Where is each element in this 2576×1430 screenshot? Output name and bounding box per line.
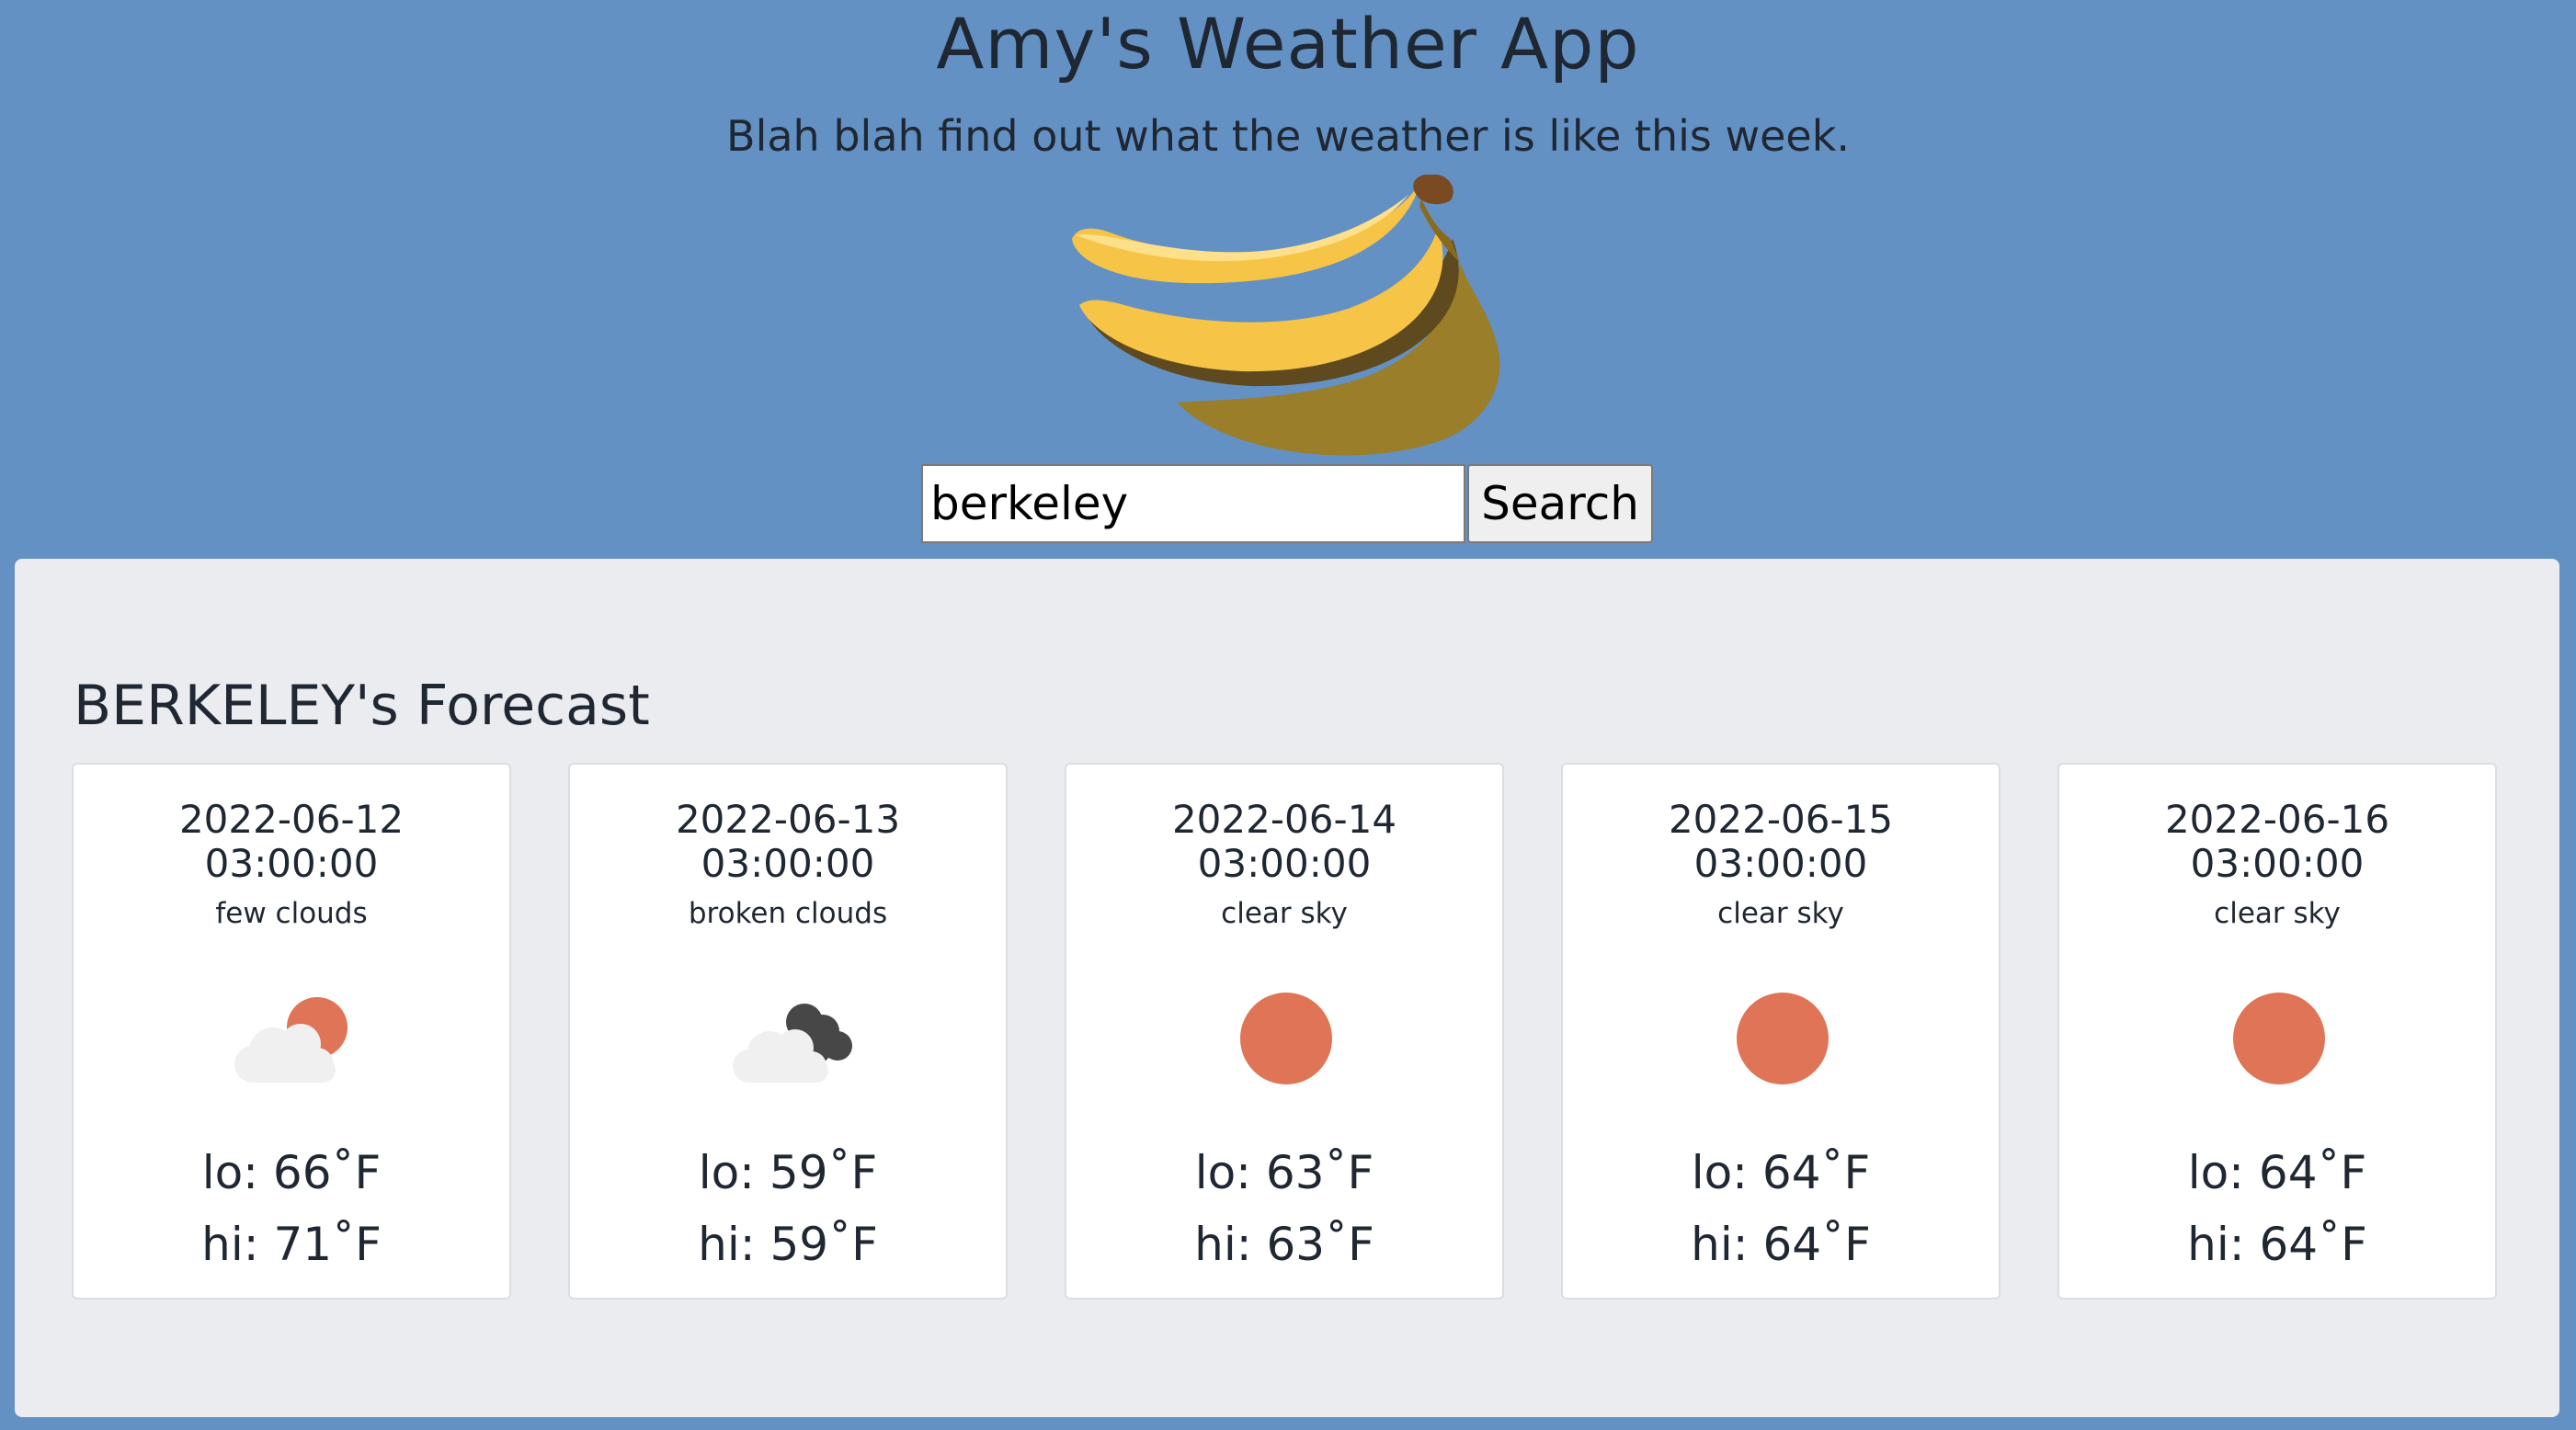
search-button[interactable]: Search — [1467, 464, 1653, 543]
forecast-time: 03:00:00 — [204, 841, 379, 886]
forecast-date: 2022-06-13 — [675, 797, 901, 842]
forecast-time: 03:00:00 — [2190, 841, 2365, 886]
city-search-input[interactable] — [921, 464, 1465, 543]
forecast-time: 03:00:00 — [701, 841, 875, 886]
broken-clouds-icon — [733, 1004, 852, 1083]
sun-icon — [1240, 993, 1332, 1084]
weather-description: few clouds — [215, 897, 368, 930]
temperature-high: hi: 71˚F — [201, 1218, 382, 1271]
app-tagline: Blah blah find out what the weather is l… — [726, 111, 1850, 161]
forecast-card: 2022-06-13 03:00:00 broken clouds lo: 59… — [568, 763, 1008, 1299]
app-title: Amy's Weather App — [936, 3, 1640, 85]
temperature-low: lo: 63˚F — [1194, 1146, 1374, 1199]
temperature-high: hi: 59˚F — [698, 1218, 878, 1271]
temperature-low: lo: 64˚F — [2187, 1146, 2367, 1199]
search-form: Search — [921, 464, 1653, 543]
banana-logo — [1072, 175, 1500, 456]
temperature-high: hi: 64˚F — [2187, 1218, 2367, 1271]
sun-icon — [2233, 993, 2325, 1084]
temperature-low: lo: 59˚F — [698, 1146, 878, 1199]
forecast-date: 2022-06-16 — [2164, 797, 2390, 842]
forecast-panel: BERKELEY's Forecast 2022-06-12 03:00:00 … — [15, 559, 2559, 1417]
forecast-card: 2022-06-12 03:00:00 few clouds lo: 66˚F … — [72, 763, 511, 1299]
weather-description: clear sky — [1221, 897, 1348, 930]
forecast-card: 2022-06-14 03:00:00 clear sky lo: 63˚F h… — [1065, 763, 1504, 1299]
forecast-date: 2022-06-12 — [178, 797, 405, 842]
forecast-time: 03:00:00 — [1197, 841, 1372, 886]
app-header: Amy's Weather App Blah blah find out wha… — [0, 0, 2576, 559]
forecast-time: 03:00:00 — [1693, 841, 1868, 886]
few-clouds-icon — [234, 997, 348, 1083]
forecast-title: BERKELEY's Forecast — [74, 674, 650, 738]
sun-icon — [1737, 993, 1829, 1084]
forecast-date: 2022-06-15 — [1668, 797, 1894, 842]
temperature-high: hi: 63˚F — [1194, 1218, 1374, 1271]
weather-description: clear sky — [2214, 897, 2341, 930]
temperature-low: lo: 64˚F — [1691, 1146, 1871, 1199]
forecast-card: 2022-06-15 03:00:00 clear sky lo: 64˚F h… — [1561, 763, 2000, 1299]
forecast-card: 2022-06-16 03:00:00 clear sky lo: 64˚F h… — [2057, 763, 2497, 1299]
temperature-high: hi: 64˚F — [1691, 1218, 1871, 1271]
temperature-low: lo: 66˚F — [201, 1146, 382, 1199]
forecast-date: 2022-06-14 — [1171, 797, 1397, 842]
weather-description: clear sky — [1717, 897, 1844, 930]
weather-description: broken clouds — [688, 897, 888, 930]
